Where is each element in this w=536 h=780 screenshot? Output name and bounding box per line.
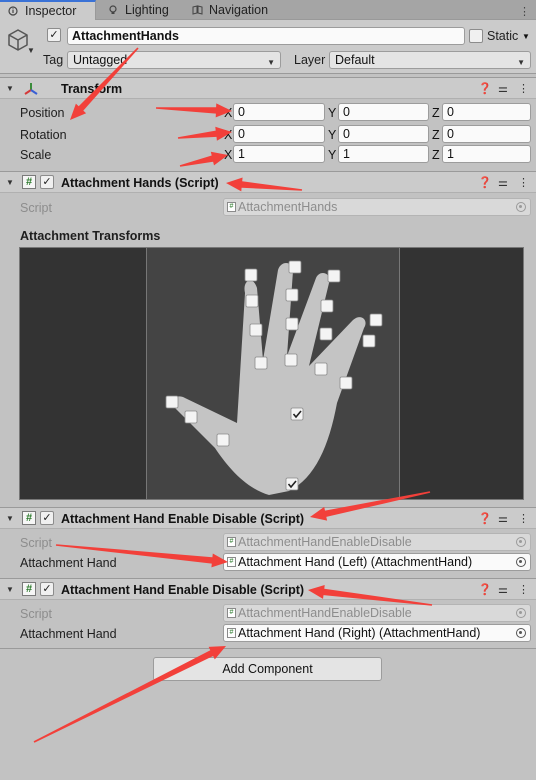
- attachment-point-toggle[interactable]: [285, 317, 299, 331]
- attachment-point-toggle[interactable]: [369, 313, 383, 327]
- attachment-point-toggle[interactable]: [288, 260, 302, 274]
- annotation-arrow: [308, 585, 433, 606]
- attachment-point-toggle[interactable]: [254, 356, 268, 370]
- annotation-arrow: [156, 103, 232, 118]
- attachment-point-toggle[interactable]: [320, 299, 334, 313]
- attachment-point-toggle[interactable]: [314, 362, 328, 376]
- attachment-point-toggle[interactable]: [362, 334, 376, 348]
- annotation-overlay: [33, 47, 433, 743]
- attachment-point-toggle[interactable]: [327, 269, 341, 283]
- annotation-arrow: [70, 47, 139, 120]
- annotation-arrow: [179, 151, 228, 167]
- attachment-point-toggle[interactable]: [216, 433, 230, 447]
- attachment-point-toggle[interactable]: [245, 294, 259, 308]
- attachment-point-toggle[interactable]: [339, 376, 353, 390]
- annotation-arrow: [33, 646, 226, 743]
- attachment-point-toggle[interactable]: [284, 353, 298, 367]
- attachment-point-toggle[interactable]: [290, 407, 304, 421]
- attachment-point-toggle[interactable]: [184, 410, 198, 424]
- attachment-point-toggle[interactable]: [165, 395, 179, 409]
- attachment-point-toggle[interactable]: [285, 477, 299, 491]
- attachment-point-toggle[interactable]: [249, 323, 263, 337]
- attachment-point-toggle[interactable]: [285, 288, 299, 302]
- annotation-arrow: [177, 126, 232, 141]
- attachment-point-toggle[interactable]: [319, 327, 333, 341]
- annotation-arrow: [55, 544, 229, 568]
- attachment-point-toggle[interactable]: [244, 268, 258, 282]
- annotation-arrow: [226, 177, 303, 192]
- annotation-arrow: [310, 491, 431, 521]
